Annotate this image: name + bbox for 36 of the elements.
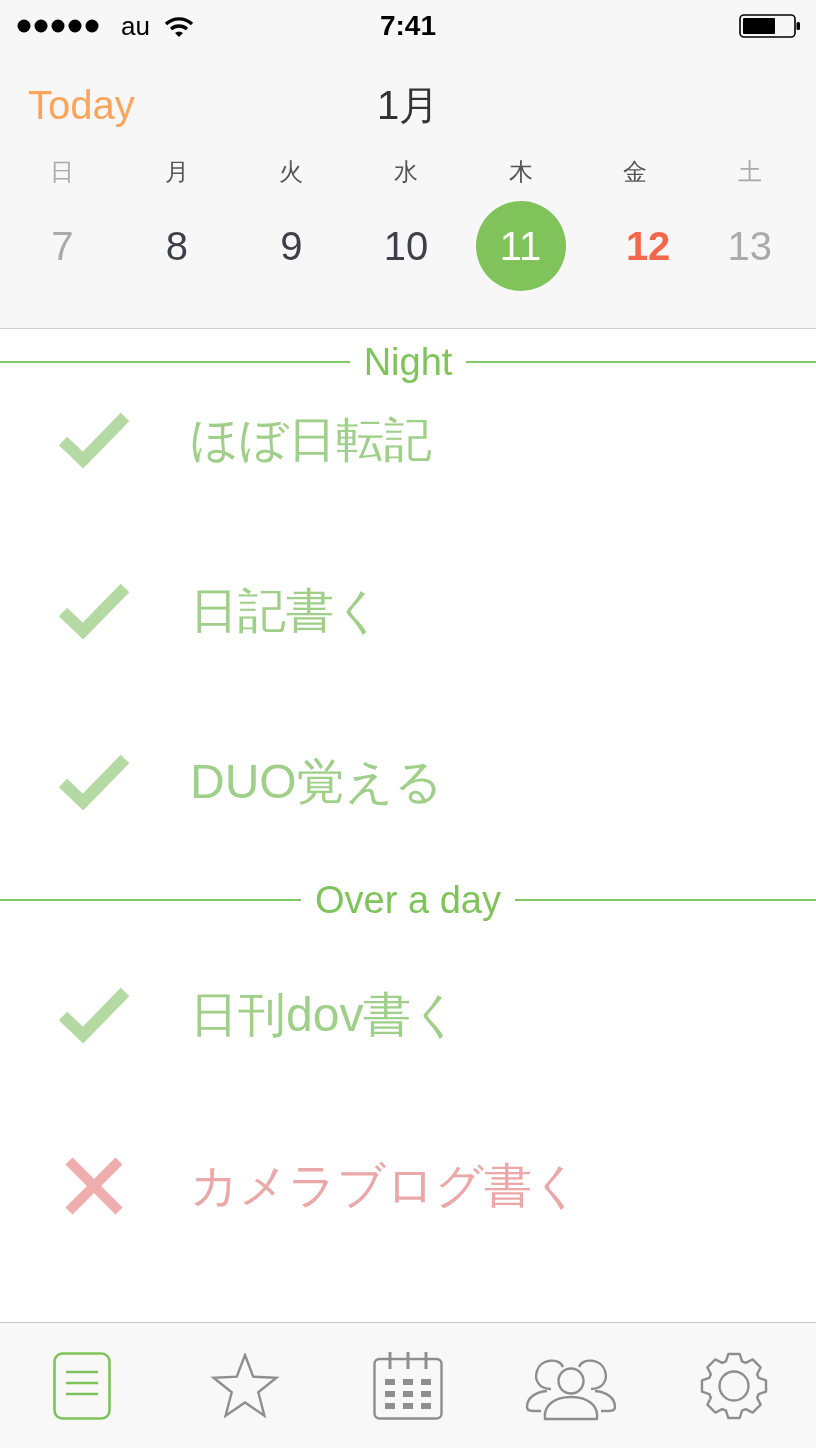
weekday-label: 水 <box>394 157 418 187</box>
day-number[interactable]: 10 <box>383 223 429 269</box>
favorites-tab[interactable] <box>209 1352 280 1419</box>
weekday-label: 土 <box>737 157 762 187</box>
day-number[interactable]: 8 <box>165 223 188 269</box>
task-title[interactable]: 日記書く <box>190 579 383 643</box>
calendar-icon <box>373 1351 443 1420</box>
month-title: 1月 <box>376 81 440 129</box>
day-number[interactable]: 7 <box>51 223 74 269</box>
task-title[interactable]: 日刊dov書く <box>190 983 461 1047</box>
task-title[interactable]: DUO覚える <box>190 750 443 814</box>
calendar-tab[interactable] <box>373 1351 443 1420</box>
section-title: Over a day <box>314 878 502 922</box>
task-title[interactable]: ほぼ日転記 <box>190 408 432 472</box>
settings-icon <box>700 1351 769 1420</box>
status-time: 7:41 <box>379 10 436 42</box>
section-title: Night <box>362 340 454 384</box>
list-tab[interactable] <box>52 1351 111 1420</box>
weekday-label: 火 <box>279 157 304 187</box>
carrier-name: au <box>121 10 150 42</box>
star-icon <box>209 1352 280 1419</box>
settings-tab[interactable] <box>700 1351 769 1420</box>
weekday-label: 木 <box>508 157 533 187</box>
weekday-label: 月 <box>164 157 189 187</box>
weekday-label: 金 <box>623 157 648 187</box>
wifi-icon <box>163 15 194 37</box>
day-number[interactable]: 11 <box>475 201 566 291</box>
weekday-label: 日 <box>50 157 75 187</box>
day-number[interactable]: 12 <box>623 223 673 269</box>
day-number[interactable]: 13 <box>727 223 772 269</box>
today-button[interactable]: Today <box>26 82 137 128</box>
task-title[interactable]: カメラブログ書く <box>190 1154 581 1218</box>
battery-icon <box>739 14 801 38</box>
day-number[interactable]: 9 <box>280 223 303 269</box>
list-icon <box>52 1351 111 1420</box>
signal-icon <box>17 19 101 33</box>
